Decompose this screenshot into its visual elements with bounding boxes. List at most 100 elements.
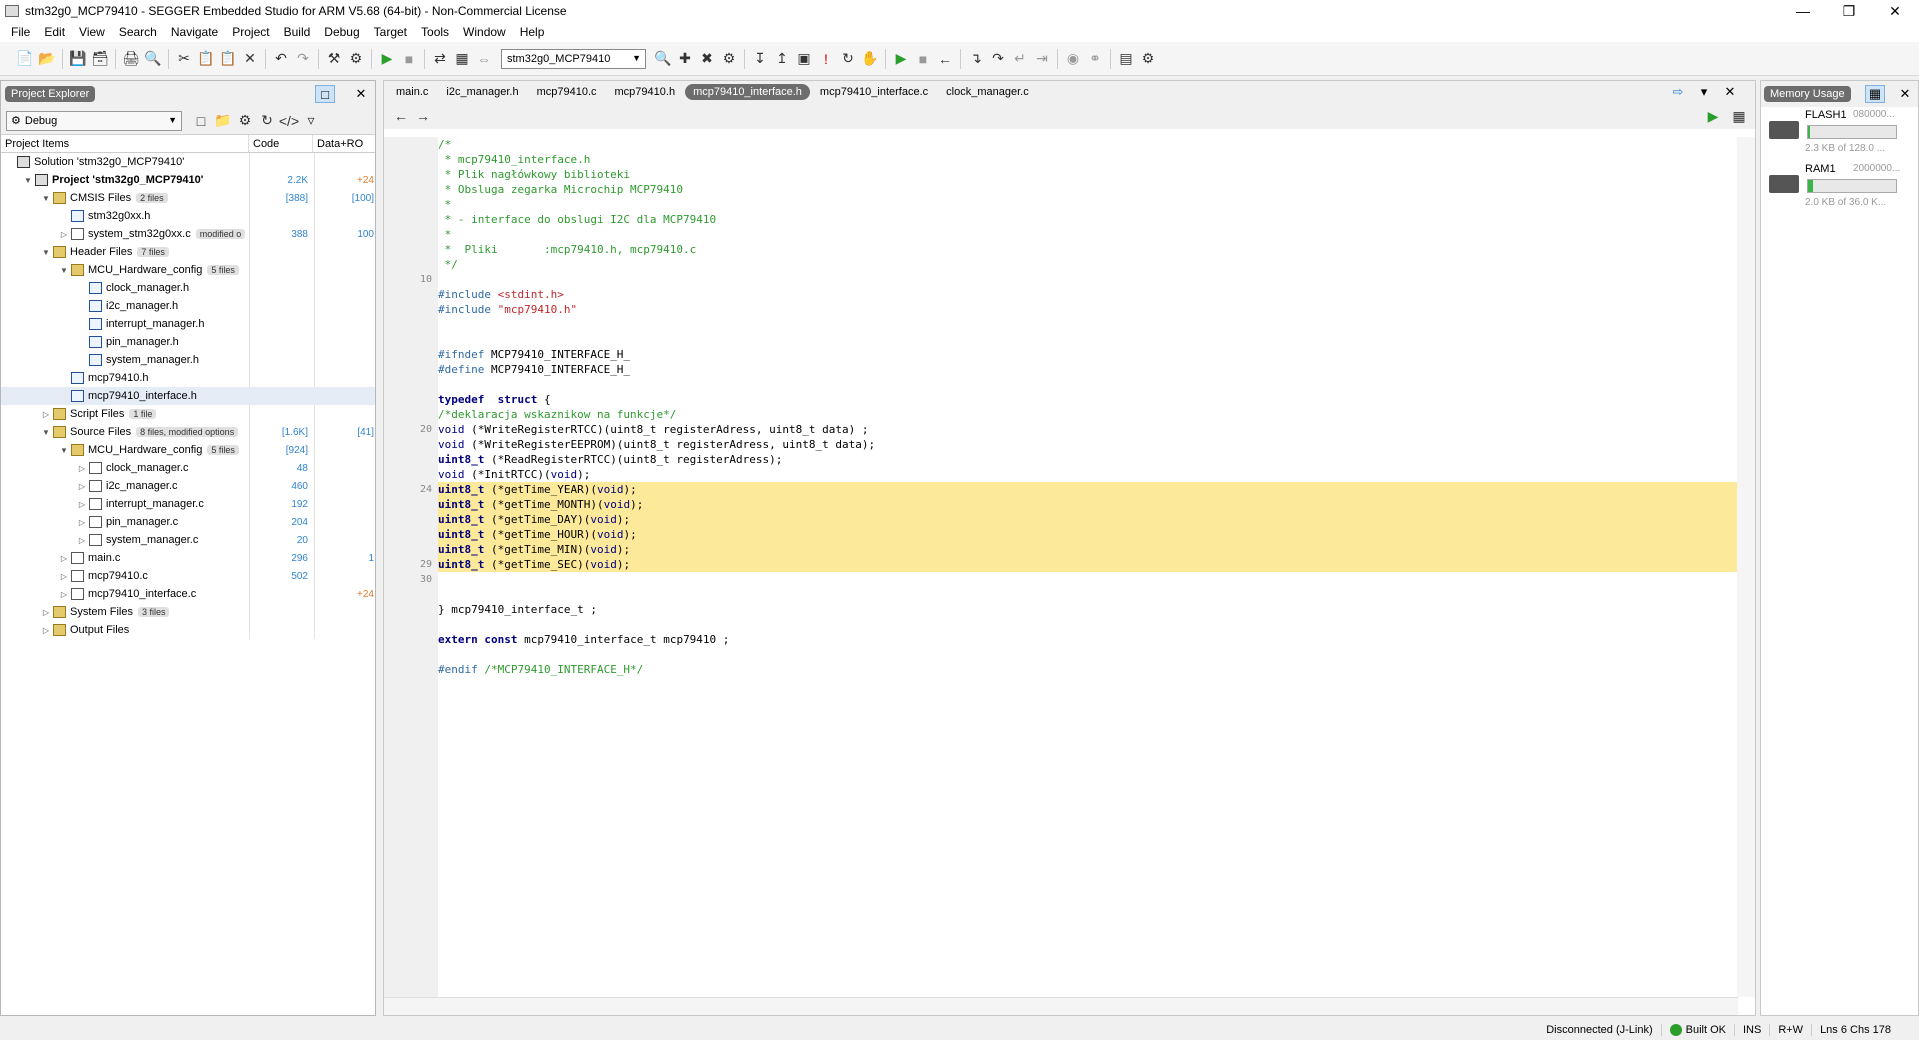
expand-arrow-icon[interactable]: ▷: [41, 626, 51, 635]
code-line[interactable]: #ifndef MCP79410_INTERFACE_H_: [438, 347, 1738, 362]
menu-build[interactable]: Build: [277, 25, 318, 39]
expand-arrow-icon[interactable]: ▷: [59, 230, 69, 239]
code-line[interactable]: extern const mcp79410_interface_t mcp794…: [438, 632, 1738, 647]
code-line[interactable]: #include <stdint.h>: [438, 287, 1738, 302]
vertical-scrollbar[interactable]: [1737, 137, 1755, 997]
expand-arrow-icon[interactable]: ▷: [59, 590, 69, 599]
code-line[interactable]: void (*InitRTCC)(void);: [438, 467, 1738, 482]
menu-file[interactable]: File: [4, 25, 37, 39]
expand-arrow-icon[interactable]: ▷: [77, 482, 87, 491]
navigate-icon[interactable]: ⇨: [1668, 83, 1688, 101]
column-data[interactable]: Data+RO: [313, 135, 375, 152]
new-folder-icon[interactable]: □: [190, 110, 212, 132]
back-arrow-icon[interactable]: ←: [390, 105, 412, 127]
remove-file-icon[interactable]: ✖: [696, 48, 718, 70]
print-icon[interactable]: 🖨: [120, 48, 142, 70]
tab-clock-manager-c[interactable]: clock_manager.c: [938, 84, 1037, 100]
paste-icon[interactable]: 📋: [217, 48, 239, 70]
glasses-icon[interactable]: ⚭: [1084, 48, 1106, 70]
code-line[interactable]: [438, 587, 1738, 602]
step-into-icon[interactable]: ↴: [965, 48, 987, 70]
tab-mcp79410-h[interactable]: mcp79410.h: [607, 84, 684, 100]
code-line[interactable]: *: [438, 197, 1738, 212]
code-line[interactable]: uint8_t (*getTime_MONTH)(void);: [438, 497, 1738, 512]
expand-arrow-icon[interactable]: ▷: [41, 608, 51, 617]
reset-icon[interactable]: ↻: [837, 48, 859, 70]
open-folder-icon[interactable]: 📂: [36, 48, 58, 70]
add-file-icon[interactable]: ✚: [674, 48, 696, 70]
copy-icon[interactable]: 📋: [195, 48, 217, 70]
step-back-icon[interactable]: ←: [934, 48, 956, 70]
verify-icon[interactable]: ↥: [771, 48, 793, 70]
hand-icon[interactable]: ✋: [859, 48, 881, 70]
refresh-icon[interactable]: ↻: [256, 110, 278, 132]
tree-item[interactable]: ▼ MCU_Hardware_config 5 files: [1, 261, 375, 279]
find-in-files-icon[interactable]: 🔍: [652, 48, 674, 70]
collapse-arrow-icon[interactable]: ▼: [59, 266, 69, 275]
collapse-arrow-icon[interactable]: ▼: [41, 194, 51, 203]
code-line[interactable]: 20 void (*WriteRegisterRTCC)(uint8_t regi…: [420, 422, 1738, 437]
expand-arrow-icon[interactable]: ▷: [59, 572, 69, 581]
maximize-panel-icon[interactable]: □: [315, 85, 335, 103]
menu-window[interactable]: Window: [456, 25, 513, 39]
code-lines[interactable]: /* * mcp79410_interface.h * Plik nagłówk…: [420, 137, 1738, 677]
code-line[interactable]: 29 uint8_t (*getTime_SEC)(void);: [420, 557, 1738, 572]
code-line[interactable]: * mcp79410_interface.h: [438, 152, 1738, 167]
tree-item[interactable]: ▷ clock_manager.c 48: [1, 459, 375, 477]
tree-item[interactable]: interrupt_manager.h: [1, 315, 375, 333]
tree-item[interactable]: clock_manager.h: [1, 279, 375, 297]
build-icon[interactable]: ⚒: [323, 48, 345, 70]
code-view-icon[interactable]: </>: [278, 110, 300, 132]
options-icon[interactable]: ⚙: [234, 110, 256, 132]
column-project-items[interactable]: Project Items: [1, 135, 249, 152]
delete-icon[interactable]: ✕: [239, 48, 261, 70]
code-line[interactable]: [438, 647, 1738, 662]
code-line[interactable]: [438, 377, 1738, 392]
tree-item[interactable]: ▼ CMSIS Files 2 files [388] [100]: [1, 189, 375, 207]
window-layout-icon[interactable]: ▤: [1115, 48, 1137, 70]
tree-item[interactable]: ▷ i2c_manager.c 460: [1, 477, 375, 495]
close-window-button[interactable]: ✕: [1872, 0, 1918, 22]
column-code[interactable]: Code: [249, 135, 313, 152]
build-config-select[interactable]: ⚙ Debug ▼: [6, 110, 182, 131]
expand-arrow-icon[interactable]: ▷: [77, 518, 87, 527]
tree-item[interactable]: ▷ mcp79410.c 502: [1, 567, 375, 585]
tab-i2c-manager-h[interactable]: i2c_manager.h: [438, 84, 526, 100]
tree-item[interactable]: ▷ Output Files: [1, 621, 375, 639]
code-line[interactable]: *: [438, 227, 1738, 242]
close-tab-icon[interactable]: ✕: [1720, 83, 1740, 101]
expand-arrow-icon[interactable]: ▷: [77, 500, 87, 509]
tab-mcp79410-interface-h[interactable]: mcp79410_interface.h: [685, 84, 810, 100]
code-line[interactable]: * Obsluga zegarka Microchip MCP79410: [438, 182, 1738, 197]
menu-edit[interactable]: Edit: [37, 25, 72, 39]
expand-arrow-icon[interactable]: ▷: [77, 464, 87, 473]
filter-icon[interactable]: ▿: [300, 110, 322, 132]
cut-icon[interactable]: ✂: [173, 48, 195, 70]
tab-main-c[interactable]: main.c: [388, 84, 436, 100]
code-line[interactable]: [438, 317, 1738, 332]
chip-icon[interactable]: ▣: [793, 48, 815, 70]
run-icon[interactable]: ▶: [1702, 105, 1724, 127]
code-line[interactable]: typedef struct {: [438, 392, 1738, 407]
code-line[interactable]: [438, 617, 1738, 632]
step-over-icon[interactable]: ↷: [987, 48, 1009, 70]
expand-arrow-icon[interactable]: ▷: [77, 536, 87, 545]
menu-view[interactable]: View: [72, 25, 112, 39]
code-line[interactable]: [438, 332, 1738, 347]
close-panel-icon[interactable]: ✕: [351, 85, 371, 103]
code-line[interactable]: uint8_t (*ReadRegisterRTCC)(uint8_t regi…: [438, 452, 1738, 467]
code-line[interactable]: #include "mcp79410.h": [438, 302, 1738, 317]
tree-item[interactable]: ▷ System Files 3 files: [1, 603, 375, 621]
tree-item[interactable]: Solution 'stm32g0_MCP79410': [1, 153, 375, 171]
new-file-icon[interactable]: 📄: [14, 48, 36, 70]
code-line[interactable]: 10: [420, 272, 1738, 287]
collapse-arrow-icon[interactable]: ▼: [41, 248, 51, 257]
project-select[interactable]: stm32g0_MCP79410 ▼: [501, 48, 646, 69]
tree-item[interactable]: mcp79410_interface.h: [1, 387, 375, 405]
print-preview-icon[interactable]: 🔍: [142, 48, 164, 70]
code-line[interactable]: 24 uint8_t (*getTime_YEAR)(void);: [420, 482, 1738, 497]
code-line[interactable]: * Pliki :mcp79410.h, mcp79410.c: [438, 242, 1738, 257]
collapse-arrow-icon[interactable]: ▼: [59, 446, 69, 455]
tree-item[interactable]: stm32g0xx.h: [1, 207, 375, 225]
run-to-cursor-icon[interactable]: ⇥: [1031, 48, 1053, 70]
